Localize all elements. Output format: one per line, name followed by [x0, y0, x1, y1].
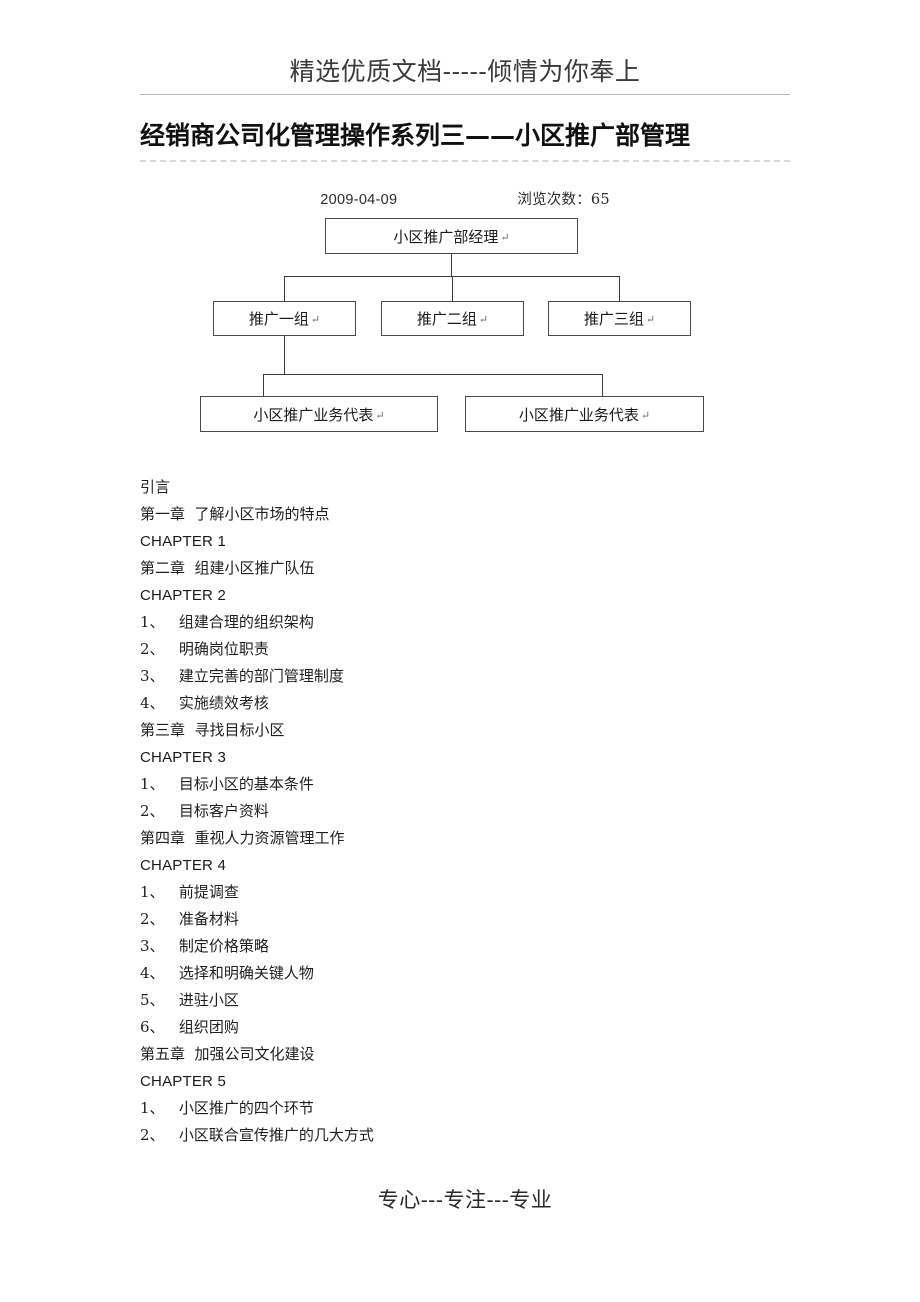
- toc-line: 第五章 加强公司文化建设: [140, 1045, 315, 1063]
- pilcrow-icon: ↵: [500, 230, 510, 244]
- org-connector-manager-stem: [451, 254, 452, 276]
- org-node-group-2: 推广二组 ↵: [381, 301, 524, 336]
- toc-line: CHAPTER 1: [140, 533, 226, 550]
- header-text: 精选优质文档-----倾情为你奉上: [289, 57, 641, 86]
- toc-line: 5、 进驻小区: [140, 991, 239, 1009]
- page-title: 经销商公司化管理操作系列三——小区推广部管理: [140, 121, 691, 150]
- org-connector-group-3-drop: [619, 276, 620, 301]
- org-node-group-3: 推广三组 ↵: [548, 301, 691, 336]
- toc-line: 2、 小区联合宣传推广的几大方式: [140, 1126, 374, 1144]
- pilcrow-icon: ↵: [640, 408, 651, 422]
- org-connector-representative-2-drop: [602, 374, 603, 396]
- toc-line: 4、 实施绩效考核: [140, 694, 269, 712]
- toc-line: 1、 目标小区的基本条件: [140, 775, 314, 793]
- org-connector-groups-bar: [284, 276, 620, 277]
- org-node-group-1: 推广一组 ↵: [213, 301, 356, 336]
- toc-line: 2、 准备材料: [140, 910, 239, 928]
- table-of-contents: 引言 第一章 了解小区市场的特点 CHAPTER 1 第二章 组建小区推广队伍 …: [140, 474, 790, 1149]
- pilcrow-icon: ↵: [375, 408, 385, 422]
- toc-line: 引言: [140, 478, 171, 496]
- org-node-group-3-label: 推广三组: [583, 310, 644, 328]
- toc-line: 第四章 重视人力资源管理工作: [140, 829, 345, 847]
- document-header: 精选优质文档-----倾情为你奉上: [140, 56, 790, 88]
- document-footer: 专心---专注---专业: [140, 1186, 790, 1214]
- org-node-representative-1: 小区推广业务代表 ↵: [200, 396, 438, 432]
- org-node-representative-2-label: 小区推广业务代表: [518, 405, 639, 424]
- org-node-manager: 小区推广部经理 ↵: [325, 218, 578, 254]
- org-connector-representatives-bar: [263, 374, 603, 375]
- toc-line: 2、 目标客户资料: [140, 802, 269, 820]
- toc-line: 1、 小区推广的四个环节: [140, 1099, 314, 1117]
- org-node-representative-1-label: 小区推广业务代表: [253, 405, 374, 424]
- pilcrow-icon: ↵: [478, 313, 489, 326]
- org-connector-representative-1-drop: [263, 374, 264, 396]
- toc-line: 第一章 了解小区市场的特点: [140, 505, 330, 523]
- toc-line: 1、 组建合理的组织架构: [140, 613, 314, 631]
- toc-line: 6、 组织团购: [140, 1018, 239, 1036]
- toc-line: 4、 选择和明确关键人物: [140, 964, 314, 982]
- toc-line: 第三章 寻找目标小区: [140, 721, 285, 739]
- org-connector-group-1-drop: [284, 276, 285, 301]
- toc-line: CHAPTER 5: [140, 1073, 226, 1090]
- footer-text: 专心---专注---专业: [377, 1188, 553, 1212]
- toc-line: 3、 建立完善的部门管理制度: [140, 667, 344, 685]
- toc-line: 1、 前提调查: [140, 883, 239, 901]
- document-meta: 2009-04-09 浏览次数：65: [140, 188, 790, 209]
- toc-line: CHAPTER 4: [140, 857, 226, 874]
- org-node-manager-label: 小区推广部经理: [393, 227, 499, 246]
- org-node-representative-2: 小区推广业务代表 ↵: [465, 396, 704, 432]
- header-divider: [140, 94, 790, 95]
- toc-line: CHAPTER 3: [140, 749, 226, 766]
- org-node-group-2-label: 推广二组: [416, 310, 477, 328]
- org-connector-group-2-drop: [452, 276, 453, 301]
- pilcrow-icon: ↵: [645, 313, 656, 326]
- toc-line: 3、 制定价格策略: [140, 937, 269, 955]
- publish-date: 2009-04-09: [320, 192, 398, 208]
- org-node-group-1-label: 推广一组: [248, 310, 309, 328]
- org-connector-group-1-stem: [284, 336, 285, 374]
- toc-line: 2、 明确岗位职责: [140, 640, 269, 658]
- toc-line: 第二章 组建小区推广队伍: [140, 559, 315, 577]
- title-divider: [140, 160, 790, 162]
- pilcrow-icon: ↵: [310, 313, 321, 326]
- view-count: 浏览次数：65: [517, 192, 610, 208]
- document-page: 精选优质文档-----倾情为你奉上 经销商公司化管理操作系列三——小区推广部管理…: [0, 0, 920, 1302]
- toc-line: CHAPTER 2: [140, 587, 226, 604]
